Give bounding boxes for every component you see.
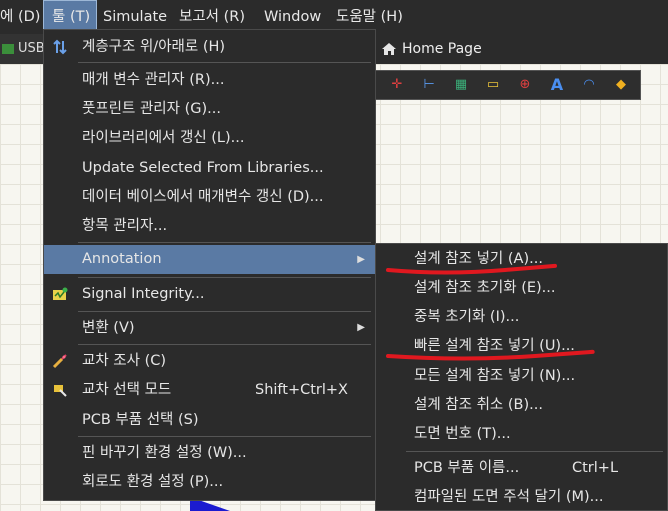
- place-wire-icon[interactable]: ⊢: [420, 76, 438, 94]
- menu-item-schematic-preferences[interactable]: 회로도 환경 설정 (P)...: [44, 468, 375, 496]
- place-component-icon[interactable]: ▦: [452, 76, 470, 94]
- menu-item-back-annotate[interactable]: 설계 참조 취소 (B)...: [376, 391, 667, 419]
- menu-item-shortcut: Ctrl+L: [572, 460, 619, 476]
- tab-home-label: Home Page: [402, 41, 482, 57]
- menu-item-cross-probe[interactable]: 교차 조사 (C): [44, 347, 375, 375]
- menu-item-cross-select-mode[interactable]: 교차 선택 모드 Shift+Ctrl+X: [44, 376, 375, 404]
- menu-item-label: Annotation: [82, 251, 162, 267]
- menu-item-reset-designators[interactable]: 설계 참조 초기화 (E)...: [376, 274, 667, 302]
- place-arc-icon[interactable]: ◠: [580, 76, 598, 94]
- red-underline-mark: [386, 263, 557, 275]
- menu-separator: [78, 311, 371, 312]
- submenu-arrow-icon: ▶: [357, 322, 365, 333]
- menu-item-label: 매개 변수 관리자 (R)...: [82, 72, 225, 88]
- menu-item-annotation[interactable]: Annotation ▶: [44, 245, 375, 274]
- menu-item-label: 회로도 환경 설정 (P)...: [82, 474, 224, 490]
- menu-item-pin-swap-preferences[interactable]: 핀 바꾸기 환경 설정 (W)...: [44, 439, 375, 467]
- signal-integrity-icon: [53, 287, 68, 300]
- menu-item-label: 교차 조사 (C): [82, 353, 167, 369]
- menu-item-convert[interactable]: 변환 (V) ▶: [44, 314, 375, 342]
- menu-item-label: 모든 설계 참조 넣기 (N)...: [414, 368, 576, 384]
- menu-item-select-pcb-components[interactable]: PCB 부품 선택 (S): [44, 406, 375, 434]
- menu-item-label: 설계 참조 초기화 (E)...: [414, 280, 556, 296]
- menu-separator: [78, 277, 371, 278]
- tab-usb-label: USB: [18, 41, 45, 56]
- menu-edit[interactable]: 에 (D): [0, 0, 40, 34]
- menu-item-label: 라이브러리에서 갱신 (L)...: [82, 130, 245, 146]
- menu-item-label: 항목 관리자...: [82, 218, 168, 234]
- menu-separator: [78, 436, 371, 437]
- menu-separator: [406, 451, 663, 452]
- place-part-icon[interactable]: ✛: [388, 76, 406, 94]
- menu-item-label: 변환 (V): [82, 320, 135, 336]
- annotation-submenu: 설계 참조 넣기 (A)... 설계 참조 초기화 (E)... 중복 초기화 …: [375, 243, 668, 511]
- place-text-icon[interactable]: A: [548, 76, 566, 94]
- menu-item-update-selected[interactable]: Update Selected From Libraries...: [44, 154, 375, 182]
- menu-item-force-annotate-all[interactable]: 모든 설계 참조 넣기 (N)...: [376, 362, 667, 390]
- menu-separator: [78, 344, 371, 345]
- menu-item-item-manager[interactable]: 항목 관리자...: [44, 212, 375, 240]
- menu-item-update-from-libraries[interactable]: 라이브러리에서 갱신 (L)...: [44, 124, 375, 152]
- menu-item-signal-integrity[interactable]: Signal Integrity...: [44, 280, 375, 308]
- schematic-doc-icon: [2, 43, 14, 54]
- tab-usb[interactable]: USB: [0, 34, 45, 64]
- menu-item-annotate-compiled-sheets[interactable]: 컴파일된 도면 주석 달기 (M)...: [376, 483, 667, 511]
- menu-item-label: 설계 참조 취소 (B)...: [414, 397, 543, 413]
- menu-item-label: 중복 초기화 (I)...: [414, 309, 520, 325]
- menu-item-label: Signal Integrity...: [82, 286, 205, 302]
- menu-separator: [78, 242, 371, 243]
- menu-item-label: 계층구조 위/아래로 (H): [82, 39, 226, 55]
- menu-item-footprint-manager[interactable]: 풋프린트 관리자 (G)...: [44, 95, 375, 123]
- menu-item-label: 핀 바꾸기 환경 설정 (W)...: [82, 445, 247, 461]
- menu-item-label: Update Selected From Libraries...: [82, 160, 324, 176]
- menu-item-reset-duplicates[interactable]: 중복 초기화 (I)...: [376, 303, 667, 331]
- menu-item-hierarchy[interactable]: 계층구조 위/아래로 (H): [44, 33, 375, 61]
- menu-item-label: 풋프린트 관리자 (G)...: [82, 101, 221, 117]
- hierarchy-up-down-icon: [53, 39, 67, 55]
- menu-item-label: 컴파일된 도면 주석 달기 (M)...: [414, 489, 604, 505]
- menu-item-board-level-annotate[interactable]: PCB 부품 이름... Ctrl+L: [376, 454, 667, 482]
- menu-item-label: 교차 선택 모드: [82, 382, 172, 398]
- place-net-label-icon[interactable]: ▭: [484, 76, 502, 94]
- home-icon: [382, 43, 396, 55]
- menu-item-label: PCB 부품 선택 (S): [82, 412, 199, 428]
- menu-item-label: PCB 부품 이름...: [414, 460, 520, 476]
- menu-item-label: 데이터 베이스에서 매개변수 갱신 (D)...: [82, 189, 324, 205]
- menu-item-shortcut: Shift+Ctrl+X: [255, 382, 348, 398]
- active-bar-toolbar: ✛ ⊢ ▦ ▭ ⊕ A ◠ ◆: [375, 70, 641, 100]
- place-port-icon[interactable]: ⊕: [516, 76, 534, 94]
- menu-item-update-parameters-db[interactable]: 데이터 베이스에서 매개변수 갱신 (D)...: [44, 183, 375, 211]
- tools-menu: 계층구조 위/아래로 (H) 매개 변수 관리자 (R)... 풋프린트 관리자…: [43, 29, 376, 501]
- place-directive-icon[interactable]: ◆: [612, 76, 630, 94]
- menu-separator: [78, 62, 371, 63]
- submenu-arrow-icon: ▶: [357, 254, 365, 265]
- menu-item-label: 도면 번호 (T)...: [414, 426, 511, 442]
- red-underline-mark: [386, 349, 595, 361]
- menu-item-number-sheets[interactable]: 도면 번호 (T)...: [376, 420, 667, 448]
- cross-select-icon: [54, 385, 67, 397]
- menu-item-parameter-manager[interactable]: 매개 변수 관리자 (R)...: [44, 66, 375, 94]
- tab-home-page[interactable]: Home Page: [375, 34, 668, 64]
- cross-probe-icon: [52, 354, 67, 369]
